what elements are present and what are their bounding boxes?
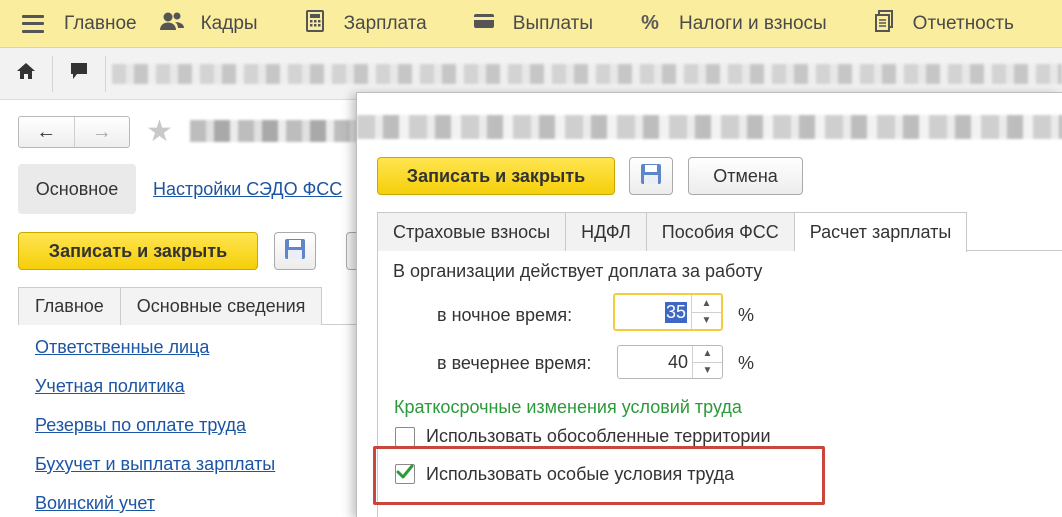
menu-main[interactable]: Главное xyxy=(22,0,137,48)
night-percent: % xyxy=(738,305,755,325)
people-icon xyxy=(159,11,185,37)
bg-tab-basic-info[interactable]: Основные сведения xyxy=(120,287,323,325)
menu-payments-label: Выплаты xyxy=(512,12,593,34)
link-military-record[interactable]: Воинский учет xyxy=(35,492,275,517)
nav-divider xyxy=(105,55,106,92)
spin-down-icon[interactable]: ▼ xyxy=(692,311,721,330)
menu-reports[interactable]: Отчетность xyxy=(871,0,1014,48)
save-button[interactable] xyxy=(629,157,673,195)
back-arrow-icon[interactable]: ← xyxy=(19,117,74,147)
night-rate-input[interactable]: 35 ▲ ▼ xyxy=(613,293,723,331)
cancel-button[interactable]: Отмена xyxy=(688,157,803,195)
tab-fss-benefits[interactable]: Пособия ФСС xyxy=(646,212,795,251)
evening-rate-value: 40 xyxy=(667,351,688,372)
forward-arrow-icon[interactable]: → xyxy=(73,117,130,147)
menu-main-label: Главное xyxy=(64,12,137,34)
favorite-star-icon[interactable]: ★ xyxy=(146,114,173,149)
evening-label: в вечернее время: xyxy=(437,353,592,373)
tab-insurance[interactable]: Страховые взносы xyxy=(377,212,567,251)
menu-salary[interactable]: Зарплата xyxy=(302,0,427,48)
menu-icon xyxy=(22,14,48,33)
menu-taxes[interactable]: % Налоги и взносы xyxy=(637,0,827,48)
link-sedo-settings[interactable]: Настройки СЭДО ФСС xyxy=(153,179,342,200)
background-form: ← → ★ Основное Настройки СЭДО ФСС Записа… xyxy=(0,100,366,517)
section-title: Краткосрочные изменения условий труда xyxy=(394,397,742,417)
surcharge-label: В организации действует доплата за работ… xyxy=(393,261,763,281)
spin-down-icon[interactable]: ▼ xyxy=(693,361,722,379)
menu-salary-label: Зарплата xyxy=(343,12,427,34)
link-responsible-persons[interactable]: Ответственные лица xyxy=(35,336,275,375)
menu-staff-label: Кадры xyxy=(200,12,258,34)
night-rate-value: 35 xyxy=(664,301,687,323)
menu-reports-label: Отчетность xyxy=(912,12,1014,34)
open-windows-blurred xyxy=(112,64,1062,84)
evening-rate-input[interactable]: 40 ▲ ▼ xyxy=(617,345,723,379)
home-button[interactable] xyxy=(6,54,46,94)
bg-save-close-button[interactable]: Записать и закрыть xyxy=(18,232,258,270)
modal-tab-strip: Страховые взносы НДФЛ Пособия ФСС Расчет… xyxy=(377,212,1062,252)
bg-save-button[interactable] xyxy=(274,232,316,270)
evening-rate-spinner[interactable]: ▲ ▼ xyxy=(692,346,722,378)
tab-main-section[interactable]: Основное xyxy=(18,164,136,214)
highlight-frame xyxy=(373,446,825,505)
tab-payroll-calc[interactable]: Расчет зарплаты xyxy=(794,212,968,252)
menu-taxes-label: Налоги и взносы xyxy=(678,12,827,34)
chat-icon xyxy=(69,62,89,86)
evening-percent: % xyxy=(738,353,755,373)
history-nav: ← → xyxy=(18,116,130,148)
bg-link-list: Ответственные лица Учетная политика Резе… xyxy=(35,336,275,517)
home-icon xyxy=(16,62,36,86)
menu-staff[interactable]: Кадры xyxy=(159,0,258,48)
card-icon xyxy=(471,12,497,35)
territories-label[interactable]: Использовать обособленные территории xyxy=(426,426,771,447)
floppy-disk-icon xyxy=(284,238,306,265)
nav-divider xyxy=(52,55,53,92)
night-rate-spinner[interactable]: ▲ ▼ xyxy=(691,295,721,329)
floppy-disk-icon xyxy=(640,163,662,190)
save-close-button[interactable]: Записать и закрыть xyxy=(377,157,615,195)
tab-ndfl[interactable]: НДФЛ xyxy=(566,212,647,251)
form-title-blurred xyxy=(190,120,360,142)
top-menu: Главное Кадры Зарплата Выплаты % Налоги … xyxy=(0,0,1062,48)
link-accounting-payroll[interactable]: Бухучет и выплата зарплаты xyxy=(35,453,275,492)
bg-tab-main[interactable]: Главное xyxy=(18,287,121,325)
chat-button[interactable] xyxy=(59,54,99,94)
link-payroll-reserves[interactable]: Резервы по оплате труда xyxy=(35,414,275,453)
modal-title-blurred xyxy=(357,115,1062,139)
spin-up-icon[interactable]: ▲ xyxy=(693,346,722,362)
territories-checkbox[interactable] xyxy=(395,427,415,447)
calculator-icon xyxy=(302,9,328,38)
report-icon xyxy=(871,9,897,38)
menu-payments[interactable]: Выплаты xyxy=(471,0,593,48)
percent-icon: % xyxy=(641,12,659,34)
night-label: в ночное время: xyxy=(437,305,573,325)
link-accounting-policy[interactable]: Учетная политика xyxy=(35,375,275,414)
bg-tab-strip: Главное Основные сведения xyxy=(18,287,360,325)
spin-up-icon[interactable]: ▲ xyxy=(692,295,721,312)
